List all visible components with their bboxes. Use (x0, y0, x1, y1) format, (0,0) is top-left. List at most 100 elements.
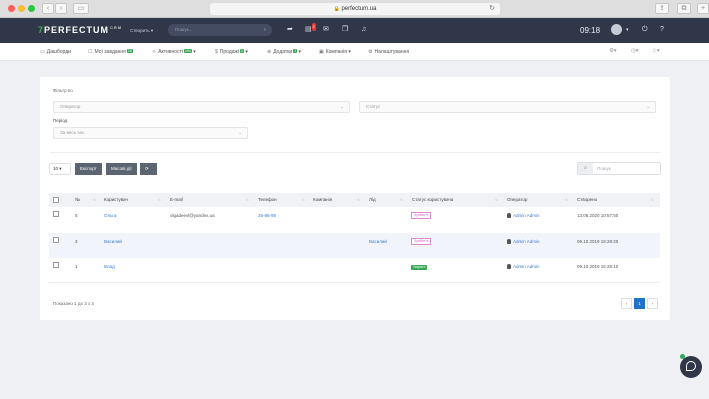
tasks-badge: 2 (311, 23, 316, 31)
cell-user-link[interactable]: Ольга (104, 213, 116, 218)
help-icon[interactable]: ? (660, 26, 664, 34)
table-search-input[interactable]: ⌕ Пошук (577, 162, 661, 175)
page-size-select[interactable]: 10 ▾ (49, 163, 71, 175)
chevron-down-icon: ⌄ (646, 104, 650, 109)
avatar[interactable] (611, 24, 622, 35)
col-number[interactable]: № (75, 193, 80, 207)
row-checkbox[interactable] (53, 237, 59, 243)
nav-dashboards[interactable]: ▭ Дашборди (40, 49, 71, 55)
cell-operator-link[interactable]: Admin Admin (507, 239, 540, 244)
user-status-select[interactable]: Зупбит ▾ (411, 212, 432, 219)
clients-card: Фільтр по Оператор ⌄ Статус ⌄ Період За ве… (40, 77, 670, 320)
cell-operator-link[interactable]: Admin Admin (507, 264, 540, 269)
refresh-icon[interactable]: ⟳ (140, 163, 157, 175)
reload-icon[interactable]: ↻ (489, 3, 495, 15)
pagination-page-1[interactable]: 1 (634, 298, 645, 309)
bulk-actions-button[interactable]: Масові дії (106, 163, 137, 175)
table-row[interactable]: 3 Василий Василий Зупбит ▾ Admin Admin 0… (49, 233, 660, 258)
tabs-icon[interactable]: ⧉ (677, 3, 691, 14)
sidebar-icon[interactable]: ▭ (73, 3, 89, 14)
pagination-prev[interactable]: ‹ (621, 298, 632, 309)
user-icon (507, 213, 511, 218)
period-select[interactable]: За весь час ⌄ (53, 127, 248, 139)
nav-company[interactable]: ▣ Компанія ▾ (319, 49, 351, 55)
col-company[interactable]: Компанія (313, 193, 332, 207)
cell-phone-link[interactable]: 26-86-98 (258, 213, 276, 218)
nav-settings[interactable]: ⚙ Налаштування (368, 49, 409, 55)
export-button[interactable]: Експорт (75, 163, 102, 175)
cell-lead-link[interactable]: Василий (369, 239, 387, 244)
logo-crm: CRM (110, 25, 123, 30)
nav-my-tasks[interactable]: ☐ Мої завдання 25 (88, 49, 133, 55)
header-search-placeholder: Пошук... (175, 27, 193, 32)
nav-apps[interactable]: ⊕ Додатки 2 ▾ (267, 49, 301, 55)
copy-icon[interactable]: ❐ (342, 26, 348, 34)
operator-placeholder: Оператор (60, 104, 81, 109)
bell-icon[interactable]: ♫ (361, 26, 366, 34)
divider (50, 152, 660, 153)
sort-icon[interactable]: ⇅ (400, 193, 403, 207)
sort-icon[interactable]: ⇅ (93, 193, 96, 207)
sort-icon[interactable]: ⇅ (651, 193, 654, 207)
mail-icon[interactable]: ✉ (323, 26, 329, 34)
share-icon[interactable]: ⇪ (655, 3, 669, 14)
nav-label: Дашборди (46, 49, 71, 55)
status-select[interactable]: Статус ⌄ (359, 101, 656, 113)
operator-select[interactable]: Оператор ⌄ (53, 101, 350, 113)
cell-user-link[interactable]: Влад (104, 264, 115, 269)
table-row[interactable]: 1 Влад Закрыто Admin Admin 09.10.2019 16… (49, 259, 660, 281)
settings-gear-icon[interactable]: ⚙▾ (609, 48, 617, 54)
cell-user-link[interactable]: Василий (104, 239, 122, 244)
header-search-input[interactable]: Пошук... ⌕ (168, 24, 272, 36)
operator-name: Admin Admin (513, 239, 540, 244)
pagination-next[interactable]: › (647, 298, 658, 309)
sort-icon[interactable]: ⇅ (246, 193, 249, 207)
col-created[interactable]: Створено (577, 193, 597, 207)
zoom-window-button[interactable] (28, 5, 35, 12)
power-icon[interactable]: ⏻ (642, 26, 648, 34)
col-lead[interactable]: Лід (369, 193, 376, 207)
chat-widget-button[interactable] (680, 356, 702, 378)
new-tab-icon[interactable]: + (697, 3, 709, 14)
cell-number: 5 (75, 213, 78, 218)
sort-icon[interactable]: ⇅ (302, 193, 305, 207)
address-bar[interactable]: 🔒 perfectum.ua ↻ (210, 3, 500, 15)
cell-email: olgadeevl@yandex.ua (170, 213, 215, 218)
user-status-select[interactable]: Зупбит ▾ (411, 238, 432, 245)
row-checkbox[interactable] (53, 211, 59, 217)
logo[interactable]: 7PERFECTUMCRM (38, 25, 122, 35)
nav-sales[interactable]: $ Продажі 0 ▾ (215, 49, 248, 55)
sort-icon[interactable]: ⇅ (357, 193, 360, 207)
col-phone[interactable]: Телефон (258, 193, 277, 207)
history-icon[interactable]: ◷▾ (631, 48, 639, 54)
monitor-icon: ▭ (40, 49, 45, 55)
tasks-icon[interactable]: ▤ 2 (305, 23, 316, 34)
search-icon[interactable]: ⌕ (578, 163, 593, 174)
col-email[interactable]: E-mail (170, 193, 183, 207)
col-user[interactable]: Користувач (104, 193, 128, 207)
nav-label: Додатки (273, 49, 293, 55)
nav-activities[interactable]: ✧ Активності 194 ▾ (152, 49, 196, 55)
sort-icon[interactable]: ⇅ (495, 193, 498, 207)
col-operator[interactable]: Оператор (507, 193, 527, 207)
share-arrow-icon[interactable]: ➦ (287, 26, 293, 34)
nav-label: Мої завдання (94, 49, 126, 55)
create-menu[interactable]: Створить ▾ (130, 28, 153, 34)
close-window-button[interactable] (8, 5, 15, 12)
forward-icon[interactable]: › (55, 3, 67, 14)
col-user-status[interactable]: Статус користувача (412, 193, 453, 207)
page-size-value: 10 (53, 166, 59, 171)
minimize-window-button[interactable] (18, 5, 25, 12)
operator-name: Admin Admin (513, 264, 540, 269)
star-icon[interactable]: ☆▾ (652, 48, 660, 54)
row-checkbox[interactable] (53, 262, 59, 268)
table-row[interactable]: 5 Ольга olgadeevl@yandex.ua 26-86-98 Зуп… (49, 208, 660, 232)
sort-icon[interactable]: ⇅ (158, 193, 161, 207)
chevron-down-icon[interactable]: ▾ (626, 26, 629, 34)
sort-icon[interactable]: ⇅ (565, 193, 568, 207)
cell-operator-link[interactable]: Admin Admin (507, 213, 540, 218)
back-icon[interactable]: ‹ (42, 3, 54, 14)
user-icon (507, 239, 511, 244)
select-all-checkbox[interactable] (53, 197, 59, 203)
nav-label: Компанія (325, 49, 347, 55)
